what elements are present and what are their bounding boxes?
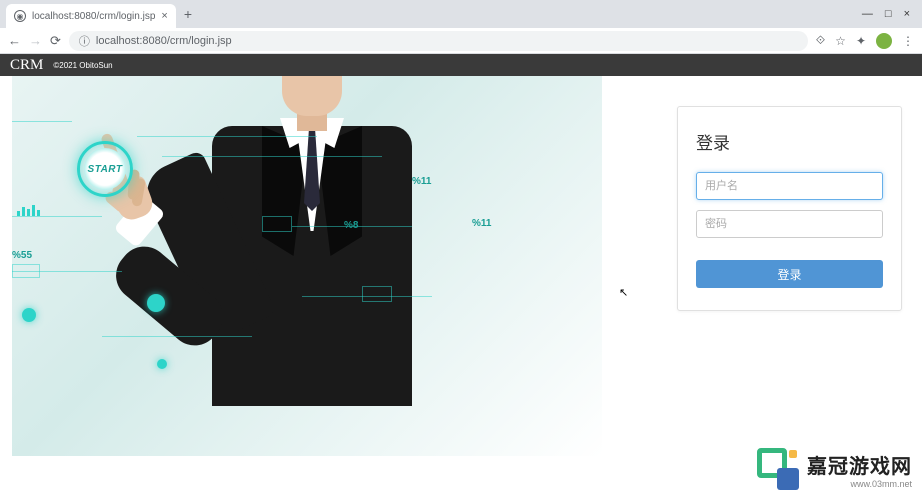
app-header: CRM ©2021 ObitoSun (0, 54, 922, 76)
watermark-title: 嘉冠游戏网 (807, 450, 912, 479)
close-icon[interactable]: × (161, 10, 167, 22)
hud-percent-label: %8 (344, 220, 358, 231)
login-title: 登录 (696, 129, 883, 154)
back-button[interactable]: ← (8, 33, 21, 48)
start-button-graphic: START (77, 141, 133, 197)
url-input[interactable]: ⓘ localhost:8080/crm/login.jsp (69, 31, 808, 51)
profile-avatar[interactable] (876, 33, 892, 49)
maximize-button[interactable]: □ (885, 8, 892, 20)
menu-icon[interactable]: ⋮ (902, 34, 914, 48)
password-input[interactable] (696, 210, 883, 238)
share-icon[interactable]: ⟐ (816, 33, 825, 48)
extensions-icon[interactable]: ✦ (856, 34, 866, 48)
reload-button[interactable]: ⟳ (50, 33, 61, 49)
globe-icon: ◉ (14, 10, 26, 22)
copyright-text: ©2021 ObitoSun (53, 61, 112, 70)
brand-logo: CRM (10, 57, 43, 74)
hud-percent-label: %55 (12, 250, 32, 261)
page-content: %11 %8 %11 %55 START 登录 登录 ↖ (0, 76, 922, 500)
tab-title: localhost:8080/crm/login.jsp (32, 11, 155, 22)
watermark-url: www.03mm.net (807, 479, 912, 489)
hero-image: %11 %8 %11 %55 START (12, 76, 602, 456)
hud-percent-label: %11 (472, 218, 491, 229)
address-bar: ← → ⟳ ⓘ localhost:8080/crm/login.jsp ⟐ ☆… (0, 28, 922, 54)
new-tab-button[interactable]: + (176, 6, 200, 22)
star-icon[interactable]: ☆ (835, 34, 846, 48)
close-button[interactable]: × (904, 8, 910, 20)
mouse-cursor-icon: ↖ (619, 286, 628, 299)
forward-button[interactable]: → (29, 33, 42, 48)
info-icon: ⓘ (79, 33, 90, 49)
username-input[interactable] (696, 172, 883, 200)
browser-tab-strip: ◉ localhost:8080/crm/login.jsp × + — □ × (0, 0, 922, 28)
url-text: localhost:8080/crm/login.jsp (96, 35, 232, 47)
hud-percent-label: %11 (412, 176, 431, 187)
minimize-button[interactable]: — (862, 8, 873, 20)
start-label: START (84, 148, 126, 190)
window-controls: — □ × (862, 8, 916, 20)
watermark-logo-icon (757, 448, 799, 490)
login-form: 登录 登录 (677, 106, 902, 311)
login-button[interactable]: 登录 (696, 260, 883, 288)
browser-tab[interactable]: ◉ localhost:8080/crm/login.jsp × (6, 4, 176, 28)
watermark: 嘉冠游戏网 www.03mm.net (757, 448, 912, 490)
